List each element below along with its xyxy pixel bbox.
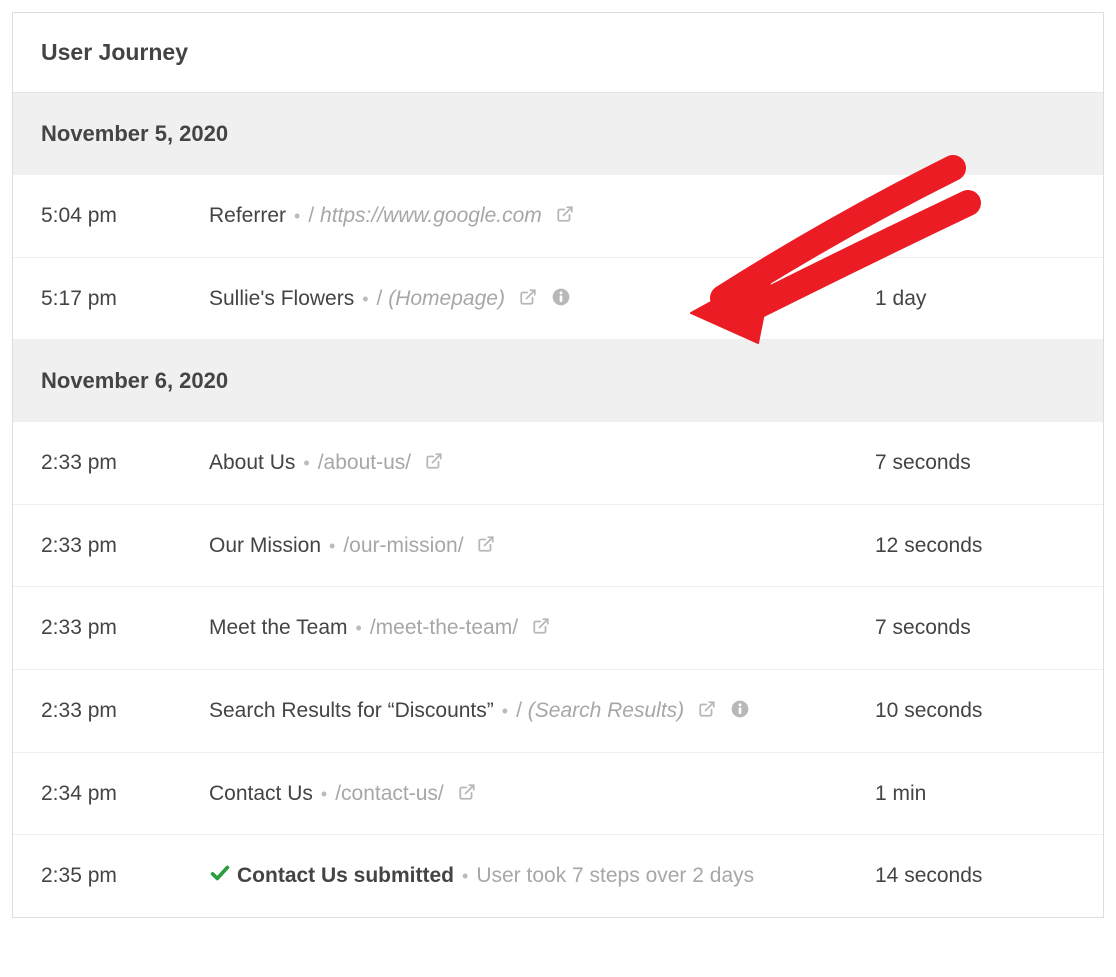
journey-row: 2:34 pmContact Us • /contact-us/ 1 min <box>13 753 1103 836</box>
bullet-separator: • <box>502 701 508 721</box>
row-path: /our-mission/ <box>343 534 463 557</box>
row-main: Contact Us • /contact-us/ <box>209 777 875 811</box>
row-path: (Homepage) <box>388 287 505 310</box>
row-title: Sullie's Flowers <box>209 287 354 310</box>
bullet-separator: • <box>462 866 468 886</box>
check-icon <box>209 861 231 883</box>
row-main: Search Results for “Discounts” • / (Search… <box>209 694 875 728</box>
row-time: 2:34 pm <box>41 777 209 811</box>
journey-row: 2:33 pmAbout Us • /about-us/ 7 seconds <box>13 422 1103 505</box>
row-title: Meet the Team <box>209 616 348 639</box>
row-main: Sullie's Flowers • / (Homepage) <box>209 282 875 316</box>
row-path: (Search Results) <box>528 699 684 722</box>
row-time: 5:04 pm <box>41 199 209 233</box>
row-path: /about-us/ <box>318 451 411 474</box>
date-header: November 6, 2020 <box>13 340 1103 422</box>
row-main: Meet the Team • /meet-the-team/ <box>209 611 875 645</box>
row-title: About Us <box>209 451 295 474</box>
external-link-icon[interactable] <box>458 778 476 796</box>
row-title: Contact Us submitted <box>237 864 454 887</box>
journey-row: 2:33 pmOur Mission • /our-mission/ 12 seco… <box>13 505 1103 588</box>
row-title: Contact Us <box>209 782 313 805</box>
row-summary: User took 7 steps over 2 days <box>476 864 754 887</box>
external-link-icon[interactable] <box>532 612 550 630</box>
row-path-prefix: / <box>377 287 383 310</box>
external-link-icon[interactable] <box>519 283 537 301</box>
journey-row: 5:04 pmReferrer • / https://www.google.com <box>13 175 1103 258</box>
journey-row: 2:33 pmSearch Results for “Discounts” • / … <box>13 670 1103 753</box>
row-path-prefix: / <box>516 699 522 722</box>
row-time: 2:33 pm <box>41 446 209 480</box>
external-link-icon[interactable] <box>477 530 495 548</box>
row-main: Our Mission • /our-mission/ <box>209 529 875 563</box>
external-link-icon[interactable] <box>698 695 716 713</box>
date-header: November 5, 2020 <box>13 93 1103 175</box>
row-duration: 14 seconds <box>875 859 1075 893</box>
info-icon[interactable] <box>730 696 750 716</box>
journey-row: 2:33 pmMeet the Team • /meet-the-team/ 7 s… <box>13 587 1103 670</box>
row-path: https://www.google.com <box>320 204 542 227</box>
row-path-prefix: / <box>308 204 314 227</box>
bullet-separator: • <box>362 289 368 309</box>
row-title: Search Results for “Discounts” <box>209 699 494 722</box>
row-duration: 1 day <box>875 282 1075 316</box>
external-link-icon[interactable] <box>556 200 574 218</box>
row-duration: 1 min <box>875 777 1075 811</box>
journey-row: 5:17 pmSullie's Flowers • / (Homepage) 1 d… <box>13 258 1103 341</box>
row-duration: 7 seconds <box>875 611 1075 645</box>
bullet-separator: • <box>294 206 300 226</box>
row-time: 2:33 pm <box>41 611 209 645</box>
row-duration: 12 seconds <box>875 529 1075 563</box>
panel-title: User Journey <box>13 13 1103 93</box>
external-link-icon[interactable] <box>425 447 443 465</box>
row-title: Referrer <box>209 204 286 227</box>
bullet-separator: • <box>303 453 309 473</box>
row-time: 2:33 pm <box>41 694 209 728</box>
row-time: 2:33 pm <box>41 529 209 563</box>
bullet-separator: • <box>329 536 335 556</box>
row-duration: 10 seconds <box>875 694 1075 728</box>
row-duration: 7 seconds <box>875 446 1075 480</box>
user-journey-panel: User Journey November 5, 20205:04 pmRefe… <box>12 12 1104 918</box>
bullet-separator: • <box>321 784 327 804</box>
row-title: Our Mission <box>209 534 321 557</box>
row-time: 5:17 pm <box>41 282 209 316</box>
row-time: 2:35 pm <box>41 859 209 893</box>
info-icon[interactable] <box>551 284 571 304</box>
row-path: /meet-the-team/ <box>370 616 518 639</box>
bullet-separator: • <box>356 618 362 638</box>
row-main: About Us • /about-us/ <box>209 446 875 480</box>
row-path: /contact-us/ <box>335 782 444 805</box>
row-main: Contact Us submitted • User took 7 steps o… <box>209 859 875 893</box>
row-main: Referrer • / https://www.google.com <box>209 199 875 233</box>
journey-row: 2:35 pm Contact Us submitted • User took 7 … <box>13 835 1103 917</box>
